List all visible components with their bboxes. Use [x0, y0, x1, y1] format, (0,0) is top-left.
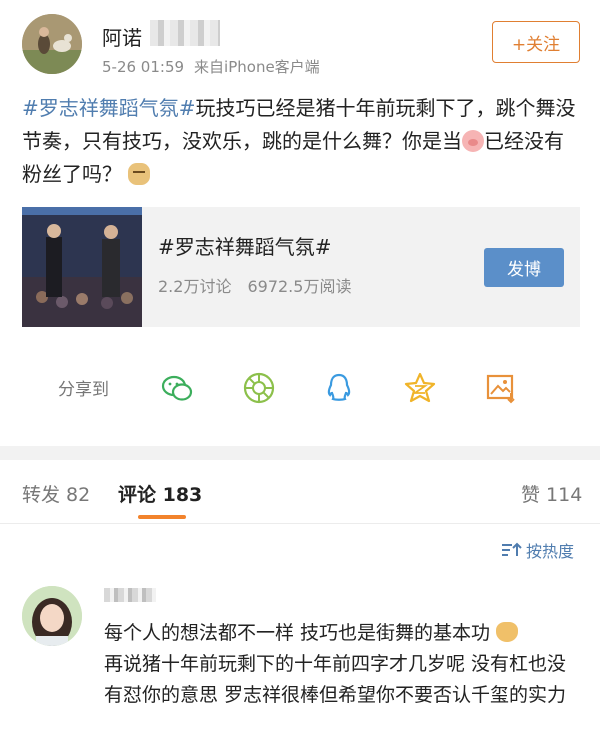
tab-comments[interactable]: 评论 183 — [118, 480, 202, 507]
post-to-topic-button[interactable]: 发博 — [484, 248, 564, 287]
comment-text: 每个人的想法都不一样 技巧也是街舞的基本功 再说猪十年前玩剩下的十年前四字才几岁… — [104, 618, 574, 711]
sort-label: 按热度 — [526, 542, 575, 561]
sort-by-hot-button[interactable]: 按热度 — [500, 538, 574, 562]
pig-emoji-icon — [462, 130, 484, 152]
post-hashtag[interactable]: #罗志祥舞蹈气氛# — [22, 96, 196, 120]
topic-card[interactable]: #罗志祥舞蹈气氛# 2.2万讨论 6972.5万阅读 发博 — [22, 207, 580, 327]
post-text: #罗志祥舞蹈气氛#玩技巧已经是猪十年前玩剩下了，跳个舞没节奏，只有技巧，没欢乐，… — [22, 92, 582, 191]
tab-repost[interactable]: 转发 82 — [22, 480, 90, 507]
moments-icon[interactable] — [242, 371, 276, 405]
commenter-avatar[interactable] — [22, 586, 82, 646]
wechat-icon[interactable] — [160, 371, 194, 405]
comment-tabs: 转发 82 评论 183 赞 114 — [0, 460, 600, 524]
tabs-divider — [0, 523, 600, 524]
topic-stats: 2.2万讨论 6972.5万阅读 — [158, 273, 351, 297]
qq-icon[interactable] — [322, 371, 356, 405]
topic-title[interactable]: #罗志祥舞蹈气氛# — [158, 231, 332, 260]
comment-item: 每个人的想法都不一样 技巧也是街舞的基本功 再说猪十年前玩剩下的十年前四字才几岁… — [0, 580, 600, 743]
topic-thumbnail — [22, 207, 142, 327]
author-name[interactable]: 阿诺 — [102, 22, 142, 51]
share-label: 分享到 — [58, 380, 109, 400]
author-name-blur — [150, 20, 220, 46]
share-row: 分享到 — [0, 355, 600, 425]
post-meta: 5-26 01:59 来自iPhone客户端 — [102, 56, 320, 77]
pray-hands-emoji-icon — [496, 622, 519, 642]
follow-button[interactable]: +关注 — [492, 21, 580, 63]
qzone-icon[interactable] — [403, 371, 437, 405]
topic-discussions: 2.2万讨论 — [158, 277, 232, 296]
post-time: 5-26 01:59 — [102, 58, 185, 76]
save-image-icon[interactable] — [484, 371, 518, 405]
tab-likes[interactable]: 赞 114 — [521, 480, 582, 507]
comment-text-part1: 每个人的想法都不一样 技巧也是街舞的基本功 — [104, 622, 491, 644]
tab-active-indicator — [138, 515, 186, 519]
sort-icon — [502, 542, 522, 556]
topic-reads: 6972.5万阅读 — [247, 277, 352, 296]
commenter-name-blur[interactable] — [104, 588, 156, 602]
post-header: 阿诺 5-26 01:59 来自iPhone客户端 +关注 — [0, 0, 600, 90]
author-avatar[interactable] — [22, 14, 82, 74]
section-divider — [0, 446, 600, 460]
doge-emoji-icon — [128, 163, 151, 185]
comment-text-part2: 再说猪十年前玩剩下的十年前四字才几岁呢 没有杠也没有怼你的意思 罗志祥很棒但希望… — [104, 653, 567, 706]
post-source: 来自iPhone客户端 — [194, 58, 320, 76]
